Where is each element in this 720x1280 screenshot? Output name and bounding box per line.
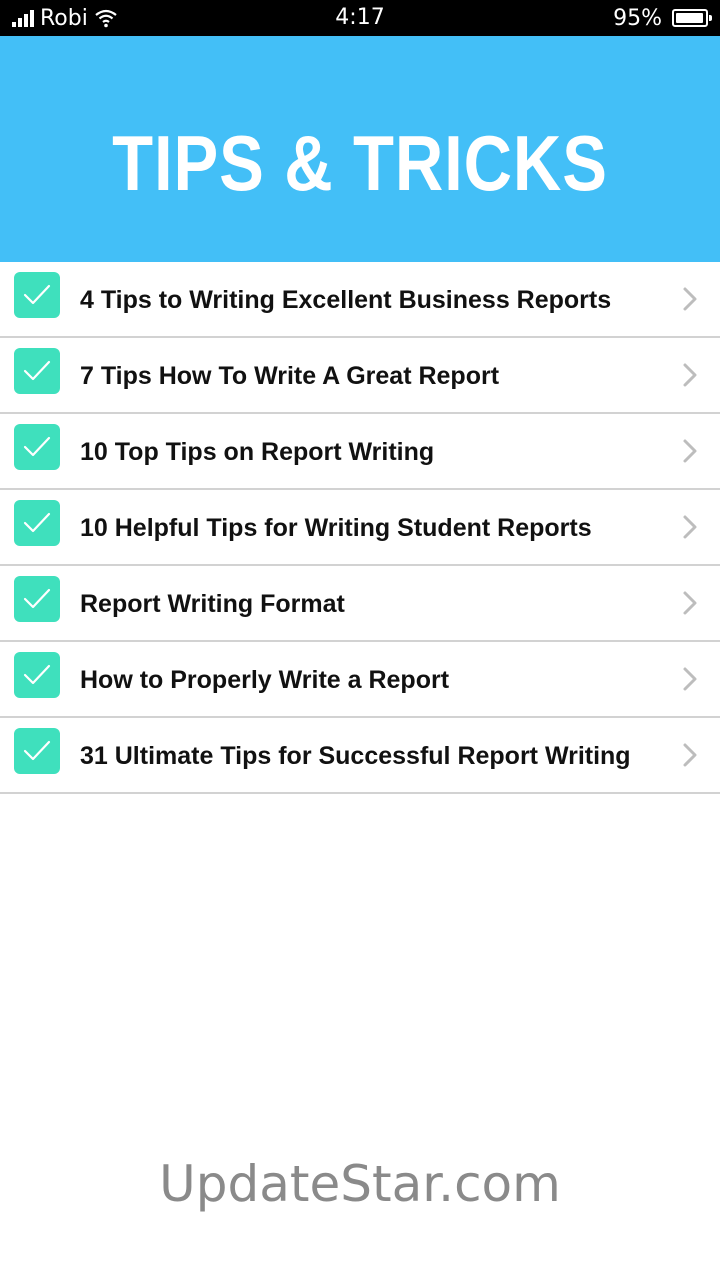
checkmark-icon (23, 740, 51, 761)
checkmark-icon (23, 284, 51, 305)
checkmark-icon (23, 360, 51, 381)
checkbox (14, 272, 60, 318)
list-item[interactable]: Report Writing Format (0, 566, 720, 642)
chevron-right-icon (682, 590, 698, 621)
checkbox (14, 500, 60, 546)
chevron-right-icon (682, 438, 698, 469)
checkmark-icon (23, 588, 51, 609)
list-item-label: Report Writing Format (80, 590, 345, 618)
status-time: 4:17 (335, 5, 385, 30)
header-banner: TIPS & TRICKS (0, 36, 720, 262)
checkbox (14, 652, 60, 698)
list-item[interactable]: 10 Top Tips on Report Writing (0, 414, 720, 490)
tips-list: 4 Tips to Writing Excellent Business Rep… (0, 262, 720, 794)
list-item-label: 4 Tips to Writing Excellent Business Rep… (80, 286, 612, 314)
checkbox (14, 424, 60, 470)
list-item-label: 7 Tips How To Write A Great Report (80, 362, 500, 390)
chevron-right-icon (682, 362, 698, 393)
list-item-label: 31 Ultimate Tips for Successful Report W… (80, 742, 631, 770)
checkbox (14, 348, 60, 394)
checkmark-icon (23, 664, 51, 685)
battery-fill (676, 13, 703, 23)
chevron-right-icon (682, 286, 698, 317)
checkmark-icon (23, 512, 51, 533)
list-item[interactable]: 7 Tips How To Write A Great Report (0, 338, 720, 414)
list-item[interactable]: 31 Ultimate Tips for Successful Report W… (0, 718, 720, 794)
list-item-label: 10 Helpful Tips for Writing Student Repo… (80, 514, 592, 542)
header-title: TIPS & TRICKS (112, 119, 608, 207)
status-bar: Robi 4:17 95% (0, 0, 720, 36)
chevron-right-icon (682, 666, 698, 697)
status-right: 95% (613, 5, 712, 31)
list-item-label: 10 Top Tips on Report Writing (80, 438, 435, 466)
list-item[interactable]: How to Properly Write a Report (0, 642, 720, 718)
checkbox (14, 728, 60, 774)
list-item[interactable]: 4 Tips to Writing Excellent Business Rep… (0, 262, 720, 338)
battery-icon (672, 9, 712, 27)
checkmark-icon (23, 436, 51, 457)
watermark: UpdateStar.com (159, 1155, 561, 1213)
list-item-label: How to Properly Write a Report (80, 666, 450, 694)
battery-percentage: 95% (613, 5, 662, 31)
list-item[interactable]: 10 Helpful Tips for Writing Student Repo… (0, 490, 720, 566)
chevron-right-icon (682, 514, 698, 545)
checkbox (14, 576, 60, 622)
battery-tip (709, 15, 712, 21)
chevron-right-icon (682, 742, 698, 773)
